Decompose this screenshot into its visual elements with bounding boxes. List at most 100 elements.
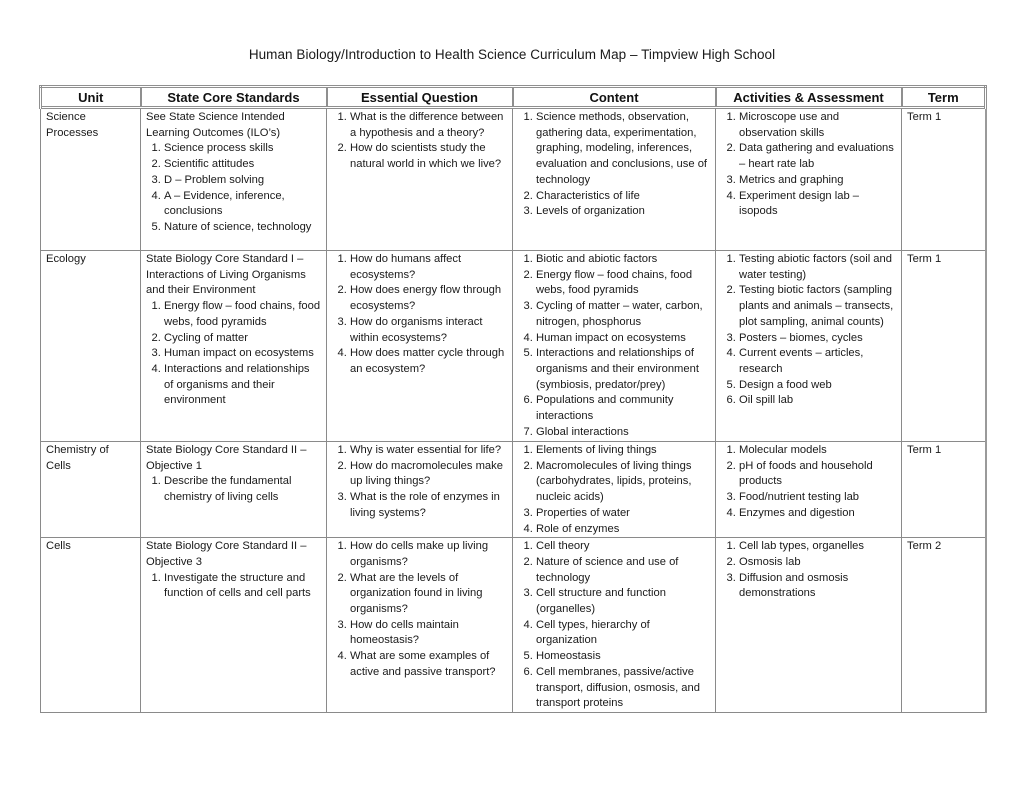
list-item: Describe the fundamental chemistry of li…	[164, 474, 321, 505]
list-item: Data gathering and evaluations – heart r…	[739, 141, 896, 172]
activities-list: Molecular modelspH of foods and househol…	[721, 443, 896, 522]
list-item: How do cells maintain homeostasis?	[350, 618, 507, 649]
unit-cell: Chemistry of Cells	[40, 440, 141, 539]
header-content: Content	[511, 85, 717, 109]
standards-cell: State Biology Core Standard II – Objecti…	[140, 440, 327, 539]
list-item: Metrics and graphing	[739, 173, 896, 189]
list-item: Why is water essential for life?	[350, 443, 507, 459]
list-item: Biotic and abiotic factors	[536, 252, 710, 268]
table-row: Science Processes See State Science Inten…	[40, 107, 987, 251]
list-item: Energy flow – food chains, food webs, fo…	[164, 299, 321, 330]
list-item: Homeostasis	[536, 649, 710, 665]
unit-cell: Ecology	[40, 250, 141, 442]
list-item: How do humans affect ecosystems?	[350, 252, 507, 283]
term-label: Term 2	[907, 540, 942, 553]
list-item: What is the role of enzymes in living sy…	[350, 490, 507, 521]
list-item: A – Evidence, inference, conclusions	[164, 189, 321, 220]
list-item: How do cells make up living organisms?	[350, 539, 507, 570]
activities-cell: Microscope use and observation skillsDat…	[715, 107, 902, 251]
list-item: Design a food web	[739, 378, 896, 394]
table-row: Ecology State Biology Core Standard I – I…	[40, 250, 987, 442]
list-item: Cycling of matter	[164, 331, 321, 347]
term-cell: Term 1	[901, 107, 987, 251]
list-item: Science process skills	[164, 141, 321, 157]
list-item: Role of enzymes	[536, 522, 710, 538]
list-item: Cell types, hierarchy of organization	[536, 618, 710, 649]
standards-list: Energy flow – food chains, food webs, fo…	[146, 299, 321, 409]
content-cell: Elements of living thingsMacromolecules …	[512, 440, 716, 539]
term-cell: Term 2	[901, 537, 987, 714]
essential-question-cell: How do cells make up living organisms?Wh…	[326, 537, 513, 714]
term-cell: Term 1	[901, 250, 987, 442]
list-item: Scientific attitudes	[164, 157, 321, 173]
unit-name: Chemistry of Cells	[46, 444, 109, 472]
list-item: Interactions and relationships of organi…	[536, 346, 710, 393]
term-label: Term 1	[907, 253, 942, 265]
list-item: Testing abiotic factors (soil and water …	[739, 252, 896, 283]
list-item: Cell lab types, organelles	[739, 539, 896, 555]
list-item: Cell structure and function (organelles)	[536, 586, 710, 617]
list-item: How do macromolecules make up living thi…	[350, 459, 507, 490]
list-item: D – Problem solving	[164, 173, 321, 189]
questions-list: What is the difference between a hypothe…	[332, 110, 507, 173]
essential-question-cell: What is the difference between a hypothe…	[326, 107, 513, 251]
term-label: Term 1	[907, 111, 942, 123]
content-cell: Science methods, observation, gathering …	[512, 107, 716, 251]
unit-cell: Science Processes	[40, 107, 141, 251]
content-cell: Biotic and abiotic factorsEnergy flow – …	[512, 250, 716, 442]
unit-name: Science Processes	[46, 111, 99, 139]
standards-intro: State Biology Core Standard I – Interact…	[146, 253, 306, 297]
standards-list: Investigate the structure and function o…	[146, 571, 321, 602]
document-title: Human Biology/Introduction to Health Sci…	[248, 47, 776, 62]
header-term: Term	[900, 85, 987, 109]
content-list: Elements of living thingsMacromolecules …	[518, 443, 710, 537]
list-item: Human impact on ecosystems	[536, 331, 710, 347]
list-item: Nature of science, technology	[164, 220, 321, 236]
activities-cell: Testing abiotic factors (soil and water …	[715, 250, 902, 442]
list-item: Cell theory	[536, 539, 710, 555]
activities-cell: Cell lab types, organellesOsmosis labDif…	[715, 537, 902, 714]
activities-list: Testing abiotic factors (soil and water …	[721, 252, 896, 409]
header-standards: State Core Standards	[139, 85, 328, 109]
list-item: How do organisms interact within ecosyst…	[350, 315, 507, 346]
list-item: pH of foods and household products	[739, 459, 896, 490]
activities-cell: Molecular modelspH of foods and househol…	[715, 440, 902, 539]
unit-cell: Cells	[40, 537, 141, 714]
standards-cell: See State Science Intended Learning Outc…	[140, 107, 327, 251]
list-item: Nature of science and use of technology	[536, 555, 710, 586]
header-unit: Unit	[39, 85, 142, 109]
list-item: Elements of living things	[536, 443, 710, 459]
list-item: Interactions and relationships of organi…	[164, 362, 321, 409]
list-item: Food/nutrient testing lab	[739, 490, 896, 506]
list-item: Global interactions	[536, 425, 710, 441]
header-row: Unit State Core Standards Essential Ques…	[39, 85, 987, 109]
list-item: What are some examples of active and pas…	[350, 649, 507, 680]
curriculum-map-table: Unit State Core Standards Essential Ques…	[39, 85, 987, 714]
list-item: Osmosis lab	[739, 555, 896, 571]
list-item: Cell membranes, passive/active transport…	[536, 665, 710, 712]
questions-list: How do cells make up living organisms?Wh…	[332, 539, 507, 680]
list-item: Human impact on ecosystems	[164, 346, 321, 362]
standards-list: Describe the fundamental chemistry of li…	[146, 474, 321, 505]
list-item: Posters – biomes, cycles	[739, 331, 896, 347]
questions-list: How do humans affect ecosystems?How does…	[332, 252, 507, 378]
content-list: Biotic and abiotic factorsEnergy flow – …	[518, 252, 710, 440]
table-row: Chemistry of Cells State Biology Core Sta…	[40, 440, 987, 539]
list-item: How do scientists study the natural worl…	[350, 141, 507, 172]
list-item: Oil spill lab	[739, 393, 896, 409]
activities-list: Microscope use and observation skillsDat…	[721, 110, 896, 220]
list-item: How does energy flow through ecosystems?	[350, 283, 507, 314]
essential-question-cell: How do humans affect ecosystems?How does…	[326, 250, 513, 442]
standards-list: Science process skillsScientific attitud…	[146, 141, 321, 235]
table-row: Cells State Biology Core Standard II – Ob…	[40, 537, 987, 714]
list-item: Testing biotic factors (sampling plants …	[739, 283, 896, 330]
list-item: Diffusion and osmosis demonstrations	[739, 571, 896, 602]
standards-cell: State Biology Core Standard II – Objecti…	[140, 537, 327, 714]
list-item: Macromolecules of living things (carbohy…	[536, 459, 710, 506]
list-item: Energy flow – food chains, food webs, fo…	[536, 268, 710, 299]
standards-cell: State Biology Core Standard I – Interact…	[140, 250, 327, 442]
term-label: Term 1	[907, 444, 942, 456]
list-item: What are the levels of organization foun…	[350, 571, 507, 618]
list-item: Levels of organization	[536, 204, 710, 220]
list-item: Microscope use and observation skills	[739, 110, 896, 141]
